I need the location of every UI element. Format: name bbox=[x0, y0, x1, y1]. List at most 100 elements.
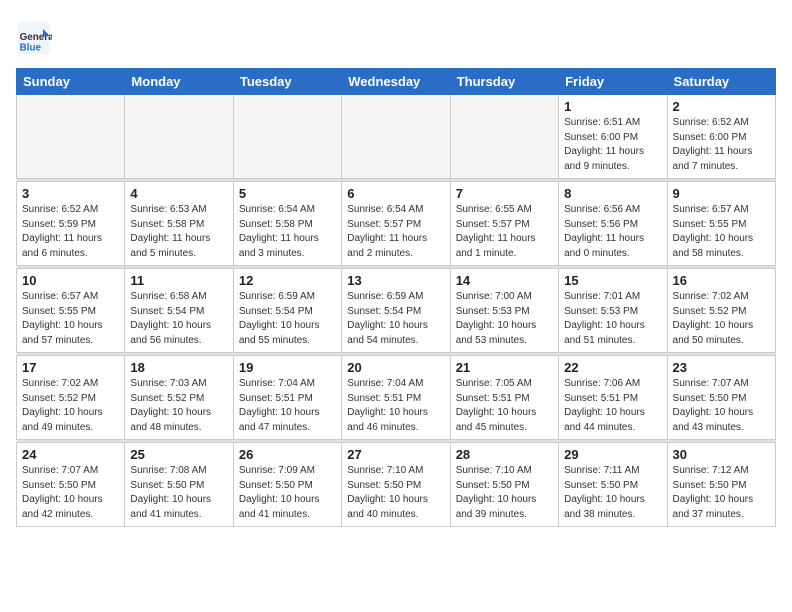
calendar-cell: 21 Sunrise: 7:05 AMSunset: 5:51 PMDayligh… bbox=[450, 356, 558, 440]
calendar-cell: 17 Sunrise: 7:02 AMSunset: 5:52 PMDayligh… bbox=[17, 356, 125, 440]
cell-info: Sunrise: 7:01 AMSunset: 5:53 PMDaylight:… bbox=[564, 290, 661, 348]
weekday-header-wednesday: Wednesday bbox=[342, 69, 450, 95]
calendar-cell: 18Sunrise: 7:03 AMSunset: 5:52 PMDayligh… bbox=[125, 356, 233, 440]
cell-info: Sunrise: 6:56 AMSunset: 5:56 PMDaylight:… bbox=[564, 203, 661, 261]
calendar-cell: 30 Sunrise: 7:12 AMSunset: 5:50 PMDayligh… bbox=[667, 443, 775, 527]
calendar-cell: 29 Sunrise: 7:11 AMSunset: 5:50 PMDayligh… bbox=[559, 443, 667, 527]
day-number: 2 bbox=[673, 99, 770, 114]
calendar-cell bbox=[233, 95, 341, 179]
weekday-header-tuesday: Tuesday bbox=[233, 69, 341, 95]
day-number: 21 bbox=[456, 360, 553, 375]
day-number: 10 bbox=[22, 273, 119, 288]
calendar-cell bbox=[17, 95, 125, 179]
cell-info: Sunrise: 6:59 AMSunset: 5:54 PMDaylight:… bbox=[347, 290, 444, 348]
calendar-cell: 24 Sunrise: 7:07 AMSunset: 5:50 PMDayligh… bbox=[17, 443, 125, 527]
calendar-cell: 12 Sunrise: 6:59 AMSunset: 5:54 PMDayligh… bbox=[233, 269, 341, 353]
weekday-header-friday: Friday bbox=[559, 69, 667, 95]
cell-info: Sunrise: 7:09 AMSunset: 5:50 PMDaylight:… bbox=[239, 464, 336, 522]
cell-info: Sunrise: 6:51 AMSunset: 6:00 PMDaylight:… bbox=[564, 116, 661, 174]
calendar-cell: 27 Sunrise: 7:10 AMSunset: 5:50 PMDayligh… bbox=[342, 443, 450, 527]
calendar-cell: 11 Sunrise: 6:58 AMSunset: 5:54 PMDayligh… bbox=[125, 269, 233, 353]
day-number: 20 bbox=[347, 360, 444, 375]
day-number: 6 bbox=[347, 186, 444, 201]
day-number: 17 bbox=[22, 360, 119, 375]
cell-info: Sunrise: 6:52 AMSunset: 5:59 PMDaylight:… bbox=[22, 203, 119, 261]
weekday-header-saturday: Saturday bbox=[667, 69, 775, 95]
weekday-header-monday: Monday bbox=[125, 69, 233, 95]
day-number: 5 bbox=[239, 186, 336, 201]
calendar-cell bbox=[342, 95, 450, 179]
day-number: 22 bbox=[564, 360, 661, 375]
cell-info: Sunrise: 7:04 AMSunset: 5:51 PMDaylight:… bbox=[347, 377, 444, 435]
cell-info: Sunrise: 6:54 AMSunset: 5:58 PMDaylight:… bbox=[239, 203, 336, 261]
cell-info: Sunrise: 6:54 AMSunset: 5:57 PMDaylight:… bbox=[347, 203, 444, 261]
week-row-1: 1 Sunrise: 6:51 AMSunset: 6:00 PMDaylight… bbox=[17, 95, 776, 179]
cell-info: Sunrise: 6:57 AMSunset: 5:55 PMDaylight:… bbox=[673, 203, 770, 261]
calendar-cell: 2Sunrise: 6:52 AMSunset: 6:00 PMDaylight… bbox=[667, 95, 775, 179]
calendar-cell: 25 Sunrise: 7:08 AMSunset: 5:50 PMDayligh… bbox=[125, 443, 233, 527]
week-row-4: 17 Sunrise: 7:02 AMSunset: 5:52 PMDayligh… bbox=[17, 356, 776, 440]
calendar-cell: 6 Sunrise: 6:54 AMSunset: 5:57 PMDaylight… bbox=[342, 182, 450, 266]
cell-info: Sunrise: 7:10 AMSunset: 5:50 PMDaylight:… bbox=[456, 464, 553, 522]
day-number: 15 bbox=[564, 273, 661, 288]
calendar-cell: 4Sunrise: 6:53 AMSunset: 5:58 PMDaylight… bbox=[125, 182, 233, 266]
day-number: 19 bbox=[239, 360, 336, 375]
calendar-cell: 10 Sunrise: 6:57 AMSunset: 5:55 PMDayligh… bbox=[17, 269, 125, 353]
day-number: 7 bbox=[456, 186, 553, 201]
calendar-cell: 8Sunrise: 6:56 AMSunset: 5:56 PMDaylight… bbox=[559, 182, 667, 266]
day-number: 9 bbox=[673, 186, 770, 201]
cell-info: Sunrise: 6:53 AMSunset: 5:58 PMDaylight:… bbox=[130, 203, 227, 261]
cell-info: Sunrise: 7:10 AMSunset: 5:50 PMDaylight:… bbox=[347, 464, 444, 522]
cell-info: Sunrise: 7:11 AMSunset: 5:50 PMDaylight:… bbox=[564, 464, 661, 522]
cell-info: Sunrise: 7:05 AMSunset: 5:51 PMDaylight:… bbox=[456, 377, 553, 435]
day-number: 27 bbox=[347, 447, 444, 462]
day-number: 11 bbox=[130, 273, 227, 288]
calendar-cell: 1 Sunrise: 6:51 AMSunset: 6:00 PMDaylight… bbox=[559, 95, 667, 179]
calendar-cell: 5 Sunrise: 6:54 AMSunset: 5:58 PMDaylight… bbox=[233, 182, 341, 266]
day-number: 28 bbox=[456, 447, 553, 462]
cell-info: Sunrise: 7:08 AMSunset: 5:50 PMDaylight:… bbox=[130, 464, 227, 522]
calendar-cell: 3Sunrise: 6:52 AMSunset: 5:59 PMDaylight… bbox=[17, 182, 125, 266]
week-row-2: 3Sunrise: 6:52 AMSunset: 5:59 PMDaylight… bbox=[17, 182, 776, 266]
day-number: 1 bbox=[564, 99, 661, 114]
calendar-cell: 28 Sunrise: 7:10 AMSunset: 5:50 PMDayligh… bbox=[450, 443, 558, 527]
logo: General Blue bbox=[16, 20, 56, 56]
cell-info: Sunrise: 6:59 AMSunset: 5:54 PMDaylight:… bbox=[239, 290, 336, 348]
calendar-cell: 9 Sunrise: 6:57 AMSunset: 5:55 PMDaylight… bbox=[667, 182, 775, 266]
cell-info: Sunrise: 6:57 AMSunset: 5:55 PMDaylight:… bbox=[22, 290, 119, 348]
weekday-header-row: SundayMondayTuesdayWednesdayThursdayFrid… bbox=[17, 69, 776, 95]
calendar-table: SundayMondayTuesdayWednesdayThursdayFrid… bbox=[16, 68, 776, 527]
calendar-cell: 14 Sunrise: 7:00 AMSunset: 5:53 PMDayligh… bbox=[450, 269, 558, 353]
calendar-cell: 13 Sunrise: 6:59 AMSunset: 5:54 PMDayligh… bbox=[342, 269, 450, 353]
calendar-cell: 7Sunrise: 6:55 AMSunset: 5:57 PMDaylight… bbox=[450, 182, 558, 266]
cell-info: Sunrise: 6:58 AMSunset: 5:54 PMDaylight:… bbox=[130, 290, 227, 348]
day-number: 29 bbox=[564, 447, 661, 462]
svg-text:Blue: Blue bbox=[20, 43, 42, 54]
day-number: 26 bbox=[239, 447, 336, 462]
calendar-cell: 15 Sunrise: 7:01 AMSunset: 5:53 PMDayligh… bbox=[559, 269, 667, 353]
day-number: 23 bbox=[673, 360, 770, 375]
calendar-cell: 16Sunrise: 7:02 AMSunset: 5:52 PMDayligh… bbox=[667, 269, 775, 353]
day-number: 25 bbox=[130, 447, 227, 462]
day-number: 30 bbox=[673, 447, 770, 462]
cell-info: Sunrise: 7:07 AMSunset: 5:50 PMDaylight:… bbox=[673, 377, 770, 435]
cell-info: Sunrise: 7:07 AMSunset: 5:50 PMDaylight:… bbox=[22, 464, 119, 522]
day-number: 13 bbox=[347, 273, 444, 288]
calendar-cell: 20 Sunrise: 7:04 AMSunset: 5:51 PMDayligh… bbox=[342, 356, 450, 440]
cell-info: Sunrise: 7:00 AMSunset: 5:53 PMDaylight:… bbox=[456, 290, 553, 348]
weekday-header-sunday: Sunday bbox=[17, 69, 125, 95]
cell-info: Sunrise: 7:02 AMSunset: 5:52 PMDaylight:… bbox=[673, 290, 770, 348]
calendar-cell: 19Sunrise: 7:04 AMSunset: 5:51 PMDayligh… bbox=[233, 356, 341, 440]
week-row-5: 24 Sunrise: 7:07 AMSunset: 5:50 PMDayligh… bbox=[17, 443, 776, 527]
day-number: 14 bbox=[456, 273, 553, 288]
weekday-header-thursday: Thursday bbox=[450, 69, 558, 95]
day-number: 12 bbox=[239, 273, 336, 288]
cell-info: Sunrise: 7:03 AMSunset: 5:52 PMDaylight:… bbox=[130, 377, 227, 435]
calendar-cell: 26 Sunrise: 7:09 AMSunset: 5:50 PMDayligh… bbox=[233, 443, 341, 527]
cell-info: Sunrise: 7:12 AMSunset: 5:50 PMDaylight:… bbox=[673, 464, 770, 522]
week-row-3: 10 Sunrise: 6:57 AMSunset: 5:55 PMDayligh… bbox=[17, 269, 776, 353]
day-number: 24 bbox=[22, 447, 119, 462]
logo-icon: General Blue bbox=[16, 20, 52, 56]
cell-info: Sunrise: 7:02 AMSunset: 5:52 PMDaylight:… bbox=[22, 377, 119, 435]
page: General Blue SundayMondayTuesdayWednesda… bbox=[0, 0, 792, 543]
